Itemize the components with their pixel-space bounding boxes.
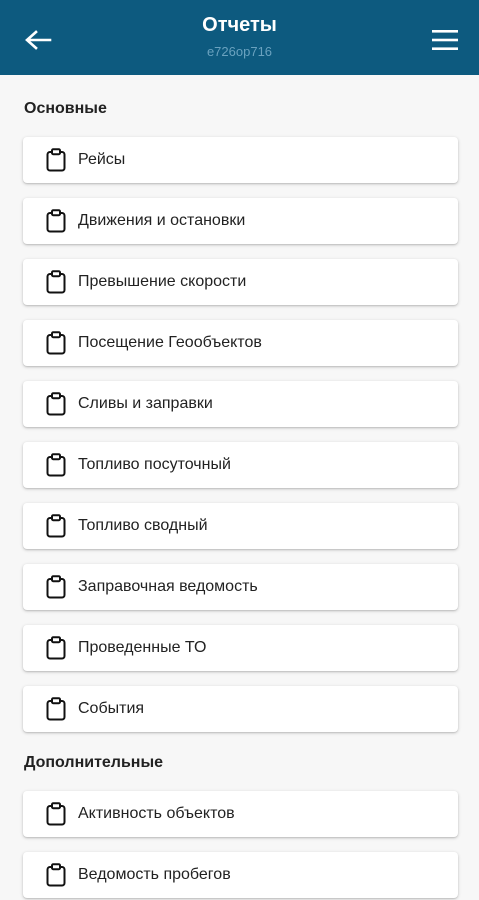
back-button[interactable] [22, 25, 54, 55]
clipboard-icon [44, 209, 68, 233]
report-item-label: Проведенные ТО [78, 639, 207, 656]
report-item-label: Сливы и заправки [78, 395, 213, 412]
section-title-additional: Дополнительные [24, 754, 164, 771]
report-item-geoobject-visits[interactable]: Посещение Геообъектов [23, 320, 458, 366]
clipboard-icon [44, 575, 68, 599]
report-item-label: Превышение скорости [78, 273, 247, 290]
clipboard-icon [44, 270, 68, 294]
report-item-movements-stops[interactable]: Движения и остановки [23, 198, 458, 244]
clipboard-icon [44, 636, 68, 660]
hamburger-menu-icon [432, 30, 458, 50]
reports-list[interactable]: Основные Рейсы Движения и остановки Прев… [0, 75, 479, 900]
arrow-left-icon [25, 30, 52, 50]
report-item-label: Топливо посуточный [78, 456, 231, 473]
report-item-label: Рейсы [78, 151, 126, 168]
section-title-main: Основные [24, 100, 107, 117]
report-item-label: Топливо сводный [78, 517, 208, 534]
clipboard-icon [44, 802, 68, 826]
app-header: Отчеты е726ор716 [0, 0, 479, 75]
report-item-fuel-summary[interactable]: Топливо сводный [23, 503, 458, 549]
report-item-fuel-daily[interactable]: Топливо посуточный [23, 442, 458, 488]
report-item-trips[interactable]: Рейсы [23, 137, 458, 183]
report-item-refuel-statement[interactable]: Заправочная ведомость [23, 564, 458, 610]
report-item-speeding[interactable]: Превышение скорости [23, 259, 458, 305]
vehicle-plate-subtitle: е726ор716 [206, 44, 273, 59]
report-item-label: События [78, 700, 145, 717]
report-item-mileage-statement[interactable]: Ведомость пробегов [23, 852, 458, 898]
report-item-label: Заправочная ведомость [78, 578, 258, 595]
clipboard-icon [44, 514, 68, 538]
clipboard-icon [44, 863, 68, 887]
report-item-object-activity[interactable]: Активность объектов [23, 791, 458, 837]
report-item-label: Ведомость пробегов [78, 866, 231, 883]
report-item-label: Активность объектов [78, 805, 235, 822]
clipboard-icon [44, 331, 68, 355]
clipboard-icon [44, 148, 68, 172]
menu-button[interactable] [429, 25, 461, 55]
page-title: Отчеты [202, 14, 277, 36]
clipboard-icon [44, 453, 68, 477]
report-item-drains-refills[interactable]: Сливы и заправки [23, 381, 458, 427]
report-item-label: Движения и остановки [78, 212, 246, 229]
report-item-label: Посещение Геообъектов [78, 334, 262, 351]
clipboard-icon [44, 697, 68, 721]
report-item-maintenance[interactable]: Проведенные ТО [23, 625, 458, 671]
report-item-events[interactable]: События [23, 686, 458, 732]
clipboard-icon [44, 392, 68, 416]
